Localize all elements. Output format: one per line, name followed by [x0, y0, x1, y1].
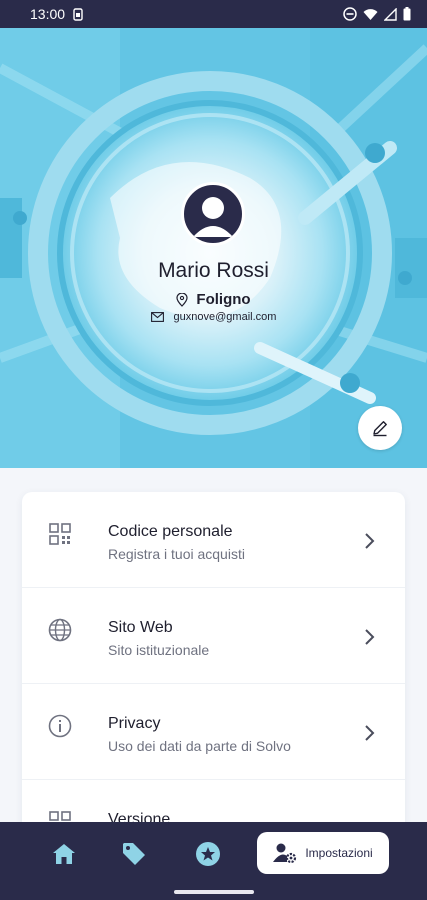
menu-text: Codice personale Registra i tuoi acquist…: [108, 522, 245, 564]
tag-icon: [123, 843, 145, 865]
signal-icon: [384, 7, 397, 21]
globe-icon: [48, 618, 72, 642]
qr-code-icon: [48, 522, 72, 546]
menu-item-codice-personale[interactable]: Codice personale Registra i tuoi acquist…: [22, 492, 405, 588]
star-badge-icon: [196, 842, 220, 866]
chevron-right-icon: [365, 725, 375, 741]
bottom-navigation: Impostazioni: [0, 822, 427, 900]
chevron-right-icon: [365, 533, 375, 549]
status-right: [343, 7, 411, 21]
pencil-icon: [373, 421, 387, 437]
wifi-icon: [363, 8, 378, 20]
user-icon: [193, 197, 233, 237]
menu-text: Privacy Uso dei dati da parte di Solvo: [108, 714, 291, 756]
hero-background-image: [0, 28, 427, 468]
battery-icon: [403, 7, 411, 21]
profile-email: guxnove@gmail.com: [0, 311, 427, 323]
location-pin-icon: [176, 292, 189, 307]
status-left: 13:00: [30, 6, 83, 22]
status-bar: 13:00: [0, 0, 427, 28]
profile-email-text: guxnove@gmail.com: [173, 311, 277, 323]
mail-icon: [150, 312, 164, 322]
menu-subtitle: Uso dei dati da parte di Solvo: [108, 738, 291, 754]
nav-offers[interactable]: [114, 834, 154, 874]
menu-text: Sito Web Sito istituzionale: [108, 618, 209, 660]
home-indicator[interactable]: [174, 890, 254, 894]
profile-name: Mario Rossi: [158, 259, 269, 282]
menu-item-privacy[interactable]: Privacy Uso dei dati da parte di Solvo: [22, 684, 405, 780]
profile-location: Foligno: [0, 291, 427, 308]
profile-hero: Mario Rossi Foligno guxnove@gmail.com: [0, 28, 427, 468]
settings-menu-card: Codice personale Registra i tuoi acquist…: [22, 492, 405, 852]
home-icon: [53, 844, 75, 864]
menu-title: Sito Web: [108, 619, 173, 636]
nav-settings[interactable]: Impostazioni: [257, 832, 389, 874]
nav-loyalty[interactable]: [188, 834, 228, 874]
menu-subtitle: Registra i tuoi acquisti: [108, 546, 245, 562]
menu-subtitle: Sito istituzionale: [108, 642, 210, 658]
chevron-right-icon: [365, 629, 375, 645]
avatar[interactable]: [181, 182, 245, 246]
nav-home[interactable]: [44, 834, 84, 874]
menu-title: Codice personale: [108, 523, 233, 540]
do-not-disturb-icon: [343, 7, 357, 21]
edit-profile-button[interactable]: [358, 406, 402, 450]
status-time: 13:00: [30, 6, 66, 22]
menu-title: Privacy: [108, 715, 161, 732]
nav-settings-label: Impostazioni: [305, 846, 373, 860]
info-icon: [48, 714, 72, 738]
sim-icon: [73, 7, 83, 21]
profile-location-text: Foligno: [196, 291, 251, 308]
user-settings-icon: [273, 843, 297, 864]
menu-item-sito-web[interactable]: Sito Web Sito istituzionale: [22, 588, 405, 684]
